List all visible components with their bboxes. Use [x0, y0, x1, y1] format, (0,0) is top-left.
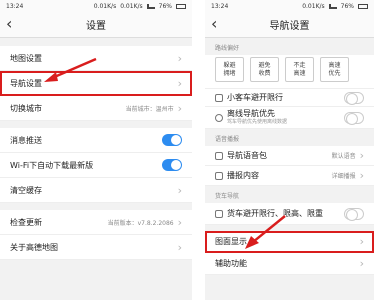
- row-value: 默认语音: [331, 153, 356, 160]
- offline-nav-row: 离线导航优先 驾车导航优先使用离线数据: [205, 107, 374, 129]
- car-restriction-row: 小客车避开限行: [205, 89, 374, 107]
- assist-function-row[interactable]: 辅助功能 ›: [205, 253, 374, 275]
- header-bar: ‹ 导航设置: [205, 12, 374, 38]
- route-options: 躲避 拥堵 避免 收费 不走 高速 高速 优先: [205, 55, 374, 89]
- battery-icon: [176, 3, 186, 9]
- row-label: 货车避开限行、限高、限重: [227, 209, 323, 218]
- row-label: 播报内容: [227, 171, 259, 180]
- net-speed-2: 0.01K/s: [120, 2, 143, 10]
- left-screen: 13:24 0.01K/s 0.01K/s 76% ‹ 设置 地图设置 › 导航…: [0, 0, 192, 300]
- signal-icon: [328, 3, 337, 9]
- option-label: 不走 高速: [293, 61, 306, 77]
- push-toggle[interactable]: [162, 134, 182, 146]
- truck-icon: [215, 209, 223, 218]
- row-label: 清空缓存: [10, 185, 42, 195]
- offline-label-block: 离线导航优先 驾车导航优先使用离线数据: [227, 109, 344, 127]
- row-label: 小客车避开限行: [227, 93, 283, 102]
- row-label: Wi-Fi下自动下载最新版: [10, 160, 94, 170]
- offline-nav-toggle[interactable]: [344, 111, 364, 125]
- broadcast-content-row[interactable]: 播报内容 详细播报 ›: [205, 166, 374, 186]
- battery-text: 76%: [158, 2, 172, 10]
- chevron-right-icon: ›: [359, 169, 364, 182]
- status-bar: 13:24 0.01K/s 76%: [205, 0, 374, 12]
- row-label: 切换城市: [10, 103, 42, 113]
- map-display-row[interactable]: 图面显示 ›: [205, 231, 374, 253]
- switch-city-row[interactable]: 切换城市 当前城市：温州市 ›: [0, 96, 192, 121]
- page-title: 设置: [86, 21, 106, 32]
- truck-section-header: 货车导航: [205, 186, 374, 203]
- row-label: 辅助功能: [215, 259, 247, 268]
- row-value: 详细播报: [331, 173, 356, 180]
- net-speed: 0.01K/s: [302, 2, 325, 10]
- row-label: 导航语音包: [227, 151, 267, 160]
- check-update-row[interactable]: 检查更新 当前版本：v7.8.2.2086 ›: [0, 210, 192, 235]
- chevron-right-icon: ›: [359, 149, 364, 162]
- clear-cache-row[interactable]: 清空缓存 ›: [0, 178, 192, 203]
- option-label: 高速 优先: [328, 61, 341, 77]
- map-settings-row[interactable]: 地图设置 ›: [0, 46, 192, 71]
- chevron-right-icon: ›: [359, 235, 364, 248]
- chevron-right-icon: ›: [177, 51, 182, 65]
- row-label: 检查更新: [10, 217, 42, 227]
- car-restriction-toggle[interactable]: [344, 91, 364, 105]
- chevron-right-icon: ›: [177, 215, 182, 229]
- truck-toggle[interactable]: [344, 207, 364, 221]
- wifi-download-row: Wi-Fi下自动下载最新版: [0, 153, 192, 178]
- push-row: 消息推送: [0, 128, 192, 153]
- highway-first-button[interactable]: 高速 优先: [320, 57, 349, 82]
- car-icon: [215, 93, 223, 102]
- voice-section-header: 语音播报: [205, 129, 374, 146]
- row-sublabel: 驾车导航优先使用离线数据: [227, 118, 288, 125]
- offline-icon: [215, 113, 223, 122]
- broadcast-icon: [215, 171, 223, 180]
- row-value: 当前城市：温州市: [125, 105, 174, 113]
- row-value: 当前版本：v7.8.2.2086: [107, 219, 174, 227]
- row-label: 导航设置: [10, 78, 42, 88]
- net-speed: 0.01K/s: [93, 2, 117, 10]
- battery-text: 76%: [340, 2, 354, 10]
- row-label: 图面显示: [215, 237, 247, 246]
- row-label: 关于高德地图: [10, 242, 58, 252]
- avoid-congestion-button[interactable]: 躲避 拥堵: [215, 57, 244, 82]
- header-bar: ‹ 设置: [0, 12, 192, 38]
- status-time: 13:24: [6, 2, 24, 10]
- chevron-right-icon: ›: [359, 257, 364, 270]
- chevron-right-icon: ›: [177, 183, 182, 197]
- voice-pack-row[interactable]: 导航语音包 默认语音 ›: [205, 146, 374, 166]
- status-bar: 13:24 0.01K/s 0.01K/s 76%: [0, 0, 192, 12]
- nav-settings-row[interactable]: 导航设置 ›: [0, 71, 192, 96]
- row-label: 地图设置: [10, 53, 42, 63]
- no-highway-button[interactable]: 不走 高速: [285, 57, 314, 82]
- option-label: 躲避 拥堵: [223, 61, 236, 77]
- right-screen: 13:24 0.01K/s 76% ‹ 导航设置 路线偏好 躲避 拥堵 避免 收…: [205, 0, 374, 300]
- status-time: 13:24: [211, 2, 229, 10]
- battery-icon: [358, 3, 368, 9]
- route-preference-header: 路线偏好: [205, 38, 374, 55]
- wifi-toggle[interactable]: [162, 159, 182, 171]
- back-icon[interactable]: ‹: [211, 14, 217, 34]
- row-label: 消息推送: [10, 135, 42, 145]
- chevron-right-icon: ›: [177, 240, 182, 254]
- signal-icon: [146, 3, 155, 9]
- row-label: 离线导航优先: [227, 108, 275, 118]
- about-row[interactable]: 关于高德地图 ›: [0, 235, 192, 260]
- chevron-right-icon: ›: [177, 101, 182, 115]
- option-label: 避免 收费: [258, 61, 271, 77]
- back-icon[interactable]: ‹: [6, 14, 12, 34]
- page-title: 导航设置: [269, 21, 310, 32]
- truck-restriction-row: 货车避开限行、限高、限重: [205, 203, 374, 225]
- avoid-toll-button[interactable]: 避免 收费: [250, 57, 279, 82]
- chevron-right-icon: ›: [177, 76, 182, 90]
- voice-pack-icon: [215, 151, 223, 160]
